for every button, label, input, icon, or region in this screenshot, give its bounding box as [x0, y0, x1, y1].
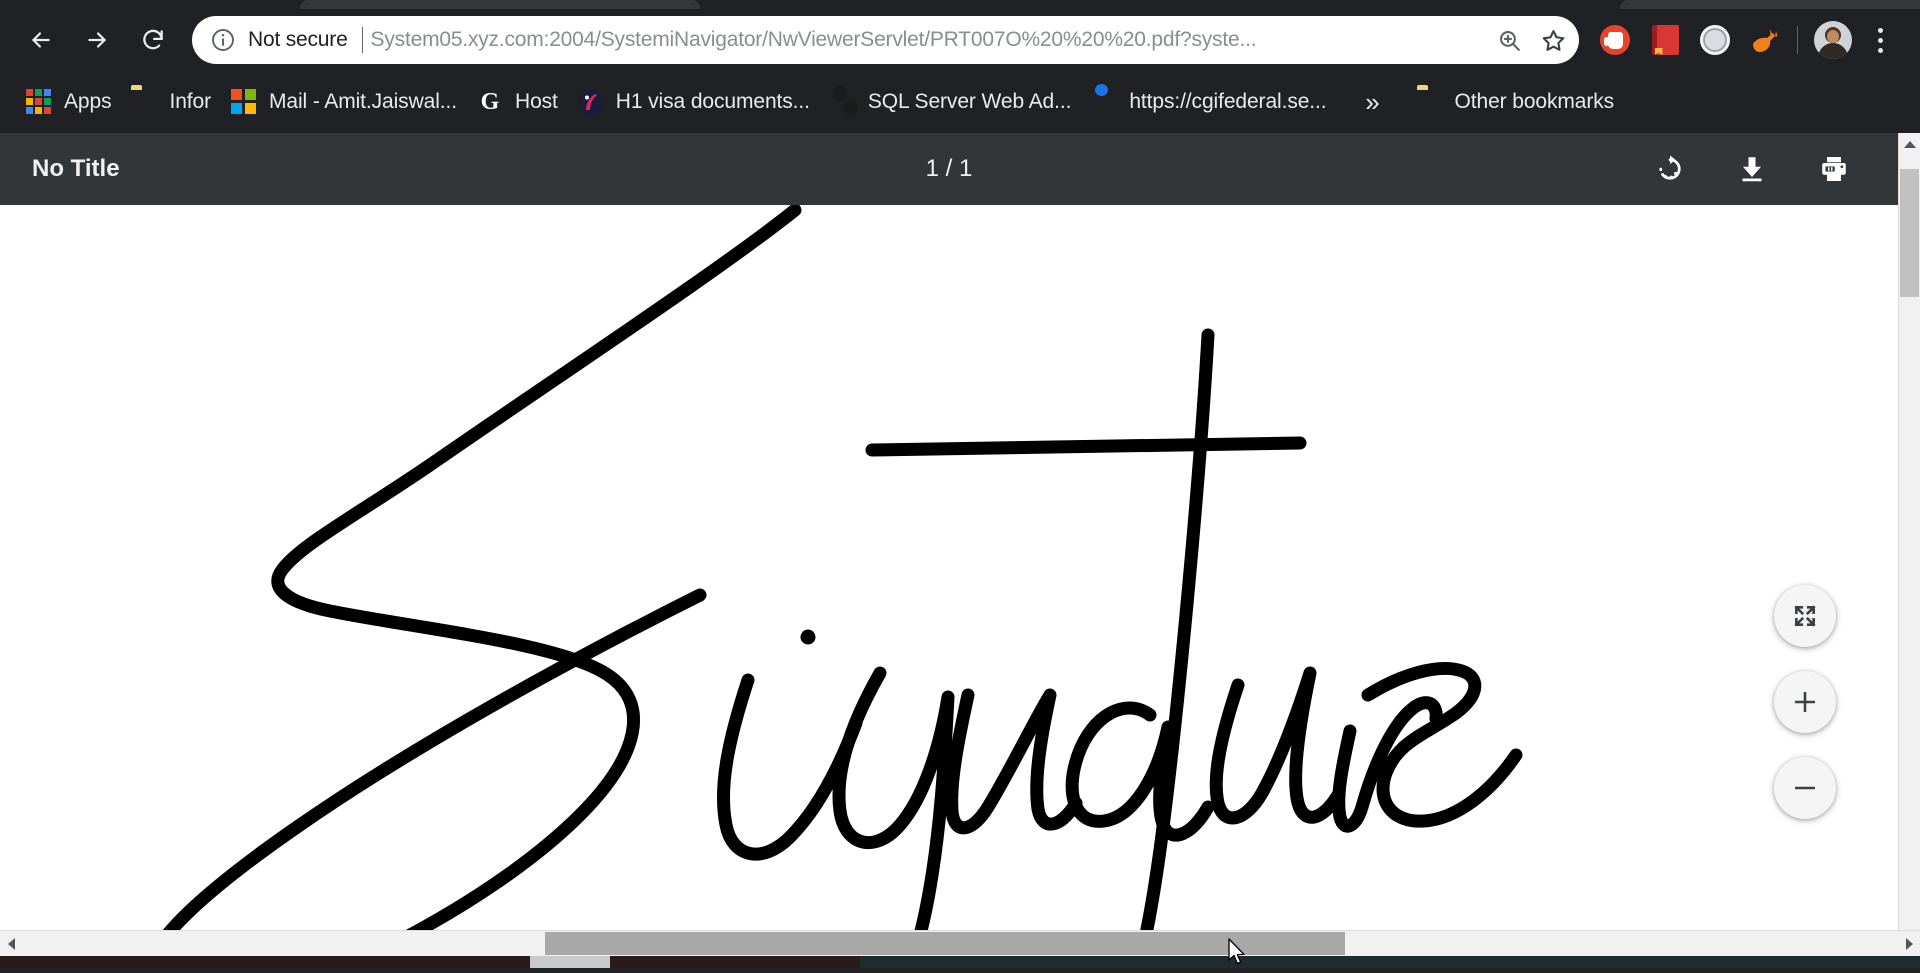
star-icon[interactable]	[1533, 20, 1573, 60]
bookmark-label: Host	[515, 90, 558, 114]
signature-image	[0, 205, 1700, 930]
taskbar-region-active	[530, 956, 610, 968]
avatar-body	[1818, 43, 1848, 59]
bookmark-item-apps[interactable]: Apps	[16, 80, 121, 124]
horizontal-scrollbar-thumb[interactable]	[545, 932, 1345, 955]
red-book-icon	[1652, 25, 1679, 55]
scroll-right-arrow-icon[interactable]	[1898, 931, 1920, 956]
circle-icon	[1700, 25, 1730, 55]
horizontal-scrollbar[interactable]	[0, 930, 1920, 956]
google-g-icon: G	[477, 89, 503, 115]
zoom-out-button[interactable]	[1774, 757, 1836, 819]
print-button[interactable]	[1804, 139, 1864, 199]
bookmarks-bar: Apps Infor Mail - Amit.Jaiswal... G Host…	[0, 71, 1920, 133]
folder-icon	[131, 89, 157, 115]
browser-tab-active[interactable]	[300, 0, 700, 9]
bookmark-label: https://cgifederal.se...	[1129, 90, 1326, 114]
browser-toolbar: Not secure System05.xyz.com:2004/Systemi…	[0, 9, 1920, 71]
bookmark-item-host[interactable]: G Host	[467, 80, 568, 124]
stop-hand-icon	[1600, 25, 1630, 55]
rotate-clockwise-icon	[1655, 154, 1685, 184]
toolbar-divider	[1797, 26, 1798, 54]
bookmark-item-infor[interactable]: Infor	[121, 80, 221, 124]
pdf-page-canvas[interactable]	[0, 205, 1898, 930]
kebab-menu-icon[interactable]	[1858, 18, 1902, 62]
pdf-viewer-toolbar: No Title 1 / 1	[0, 133, 1898, 205]
globe-icon	[830, 89, 856, 115]
other-bookmarks-button[interactable]: Other bookmarks	[1407, 80, 1625, 124]
vertical-scrollbar-thumb[interactable]	[1900, 169, 1919, 297]
bookmarks-overflow-button[interactable]: »	[1353, 89, 1393, 115]
download-icon	[1737, 154, 1767, 184]
honey-icon	[1749, 25, 1781, 55]
bookmark-label: Apps	[64, 90, 111, 114]
bookmark-label: H1 visa documents...	[616, 90, 810, 114]
bookmark-manager-extension-button[interactable]	[1643, 18, 1687, 62]
folder-icon	[1417, 89, 1443, 115]
blue-cloud-icon	[1091, 89, 1117, 115]
browser-tab-other[interactable]	[1620, 0, 1920, 9]
other-bookmarks-label: Other bookmarks	[1455, 90, 1615, 114]
rotate-button[interactable]	[1640, 139, 1700, 199]
bookmark-label: SQL Server Web Ad...	[868, 90, 1071, 114]
minus-icon	[1792, 775, 1818, 801]
taskbar-region-left	[0, 956, 530, 968]
honey-extension-button[interactable]	[1743, 18, 1787, 62]
ivisa-icon	[578, 89, 604, 115]
back-button[interactable]	[18, 17, 64, 63]
adblock-extension-button[interactable]	[1593, 18, 1637, 62]
plus-icon	[1792, 689, 1818, 715]
pdf-page-indicator: 1 / 1	[0, 155, 1898, 183]
pdf-document-title: No Title	[32, 155, 120, 183]
microsoft-windows-icon	[231, 89, 257, 115]
profile-avatar[interactable]	[1814, 21, 1852, 59]
bookmark-label: Infor	[169, 90, 211, 114]
bookmark-item-sql-server[interactable]: SQL Server Web Ad...	[820, 80, 1081, 124]
zoom-magnifier-icon[interactable]	[1489, 20, 1529, 60]
fit-page-icon	[1792, 603, 1818, 629]
bookmark-item-cgifederal[interactable]: https://cgifederal.se...	[1081, 80, 1336, 124]
info-circle-icon[interactable]	[210, 27, 236, 53]
grey-circle-extension-button[interactable]	[1693, 18, 1737, 62]
taskbar-region-right	[610, 956, 860, 968]
forward-button[interactable]	[74, 17, 120, 63]
download-button[interactable]	[1722, 139, 1782, 199]
bookmark-item-h1-visa[interactable]: H1 visa documents...	[568, 80, 820, 124]
zoom-in-button[interactable]	[1774, 671, 1836, 733]
scroll-up-arrow-icon[interactable]	[1899, 133, 1920, 155]
reload-button[interactable]	[130, 17, 176, 63]
fit-to-page-button[interactable]	[1774, 585, 1836, 647]
scroll-left-arrow-icon[interactable]	[0, 931, 22, 956]
tab-strip[interactable]	[0, 0, 1920, 9]
vertical-scrollbar[interactable]	[1898, 133, 1920, 930]
bookmark-label: Mail - Amit.Jaiswal...	[269, 90, 457, 114]
avatar-face	[1827, 30, 1839, 43]
bookmark-item-mail[interactable]: Mail - Amit.Jaiswal...	[221, 80, 467, 124]
pdf-toolbar-actions	[1618, 139, 1898, 199]
url-text[interactable]: System05.xyz.com:2004/SystemiNavigator/N…	[371, 28, 1485, 52]
security-status-label: Not secure	[248, 28, 348, 52]
print-icon	[1819, 154, 1849, 184]
apps-grid-icon	[26, 89, 52, 115]
extensions-tray	[1587, 18, 1920, 62]
os-taskbar	[0, 956, 1920, 968]
address-bar[interactable]: Not secure System05.xyz.com:2004/Systemi…	[192, 16, 1579, 64]
omnibox-divider	[362, 27, 363, 53]
pdf-zoom-controls	[1774, 585, 1836, 819]
